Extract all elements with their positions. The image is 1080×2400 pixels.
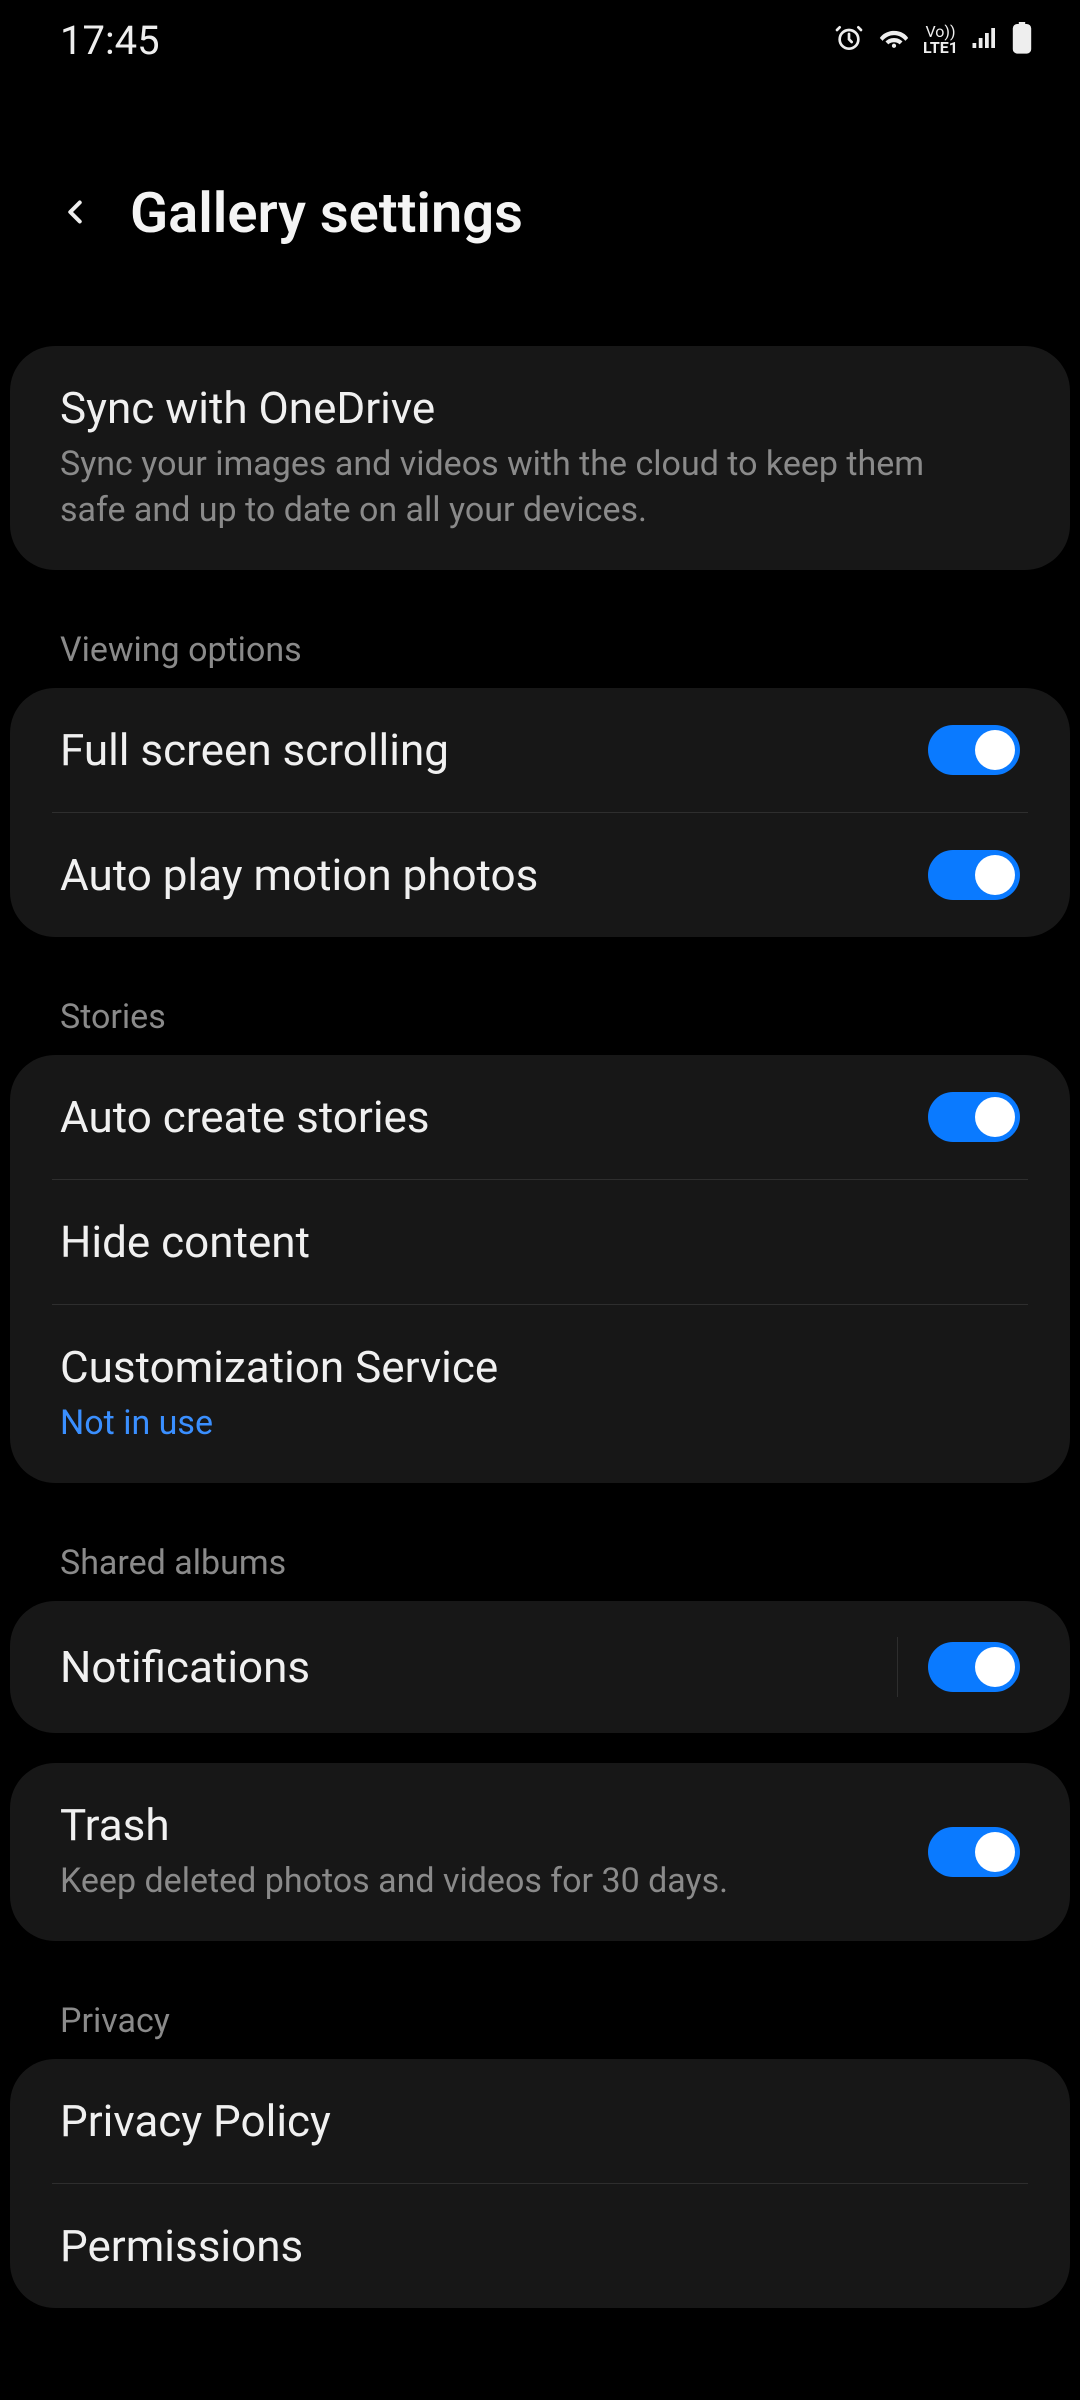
section-label-stories: Stories [10, 967, 1070, 1055]
row-title: Privacy Policy [60, 2095, 990, 2147]
wifi-icon [877, 21, 911, 59]
row-subtitle: Not in use [60, 1401, 990, 1447]
section-label-privacy: Privacy [10, 1971, 1070, 2059]
volte-icon: Vo)) LTE1 [923, 24, 958, 56]
row-hide-content[interactable]: Hide content [10, 1180, 1070, 1304]
section-label-viewing: Viewing options [10, 600, 1070, 688]
row-title: Auto play motion photos [60, 849, 898, 901]
group-trash: Trash Keep deleted photos and videos for… [10, 1763, 1070, 1941]
settings-content: Sync with OneDrive Sync your images and … [0, 346, 1080, 2308]
chevron-left-icon [56, 193, 94, 234]
group-viewing: Full screen scrolling Auto play motion p… [10, 688, 1070, 937]
status-time: 17:45 [60, 17, 160, 64]
row-title: Auto create stories [60, 1091, 898, 1143]
row-full-screen-scrolling[interactable]: Full screen scrolling [10, 688, 1070, 812]
row-title: Trash [60, 1799, 898, 1851]
row-title: Notifications [60, 1641, 867, 1693]
signal-icon [970, 23, 1000, 57]
alarm-icon [833, 22, 865, 58]
toggle-trash[interactable] [928, 1827, 1020, 1877]
page-header: Gallery settings [0, 80, 1080, 346]
row-permissions[interactable]: Permissions [10, 2184, 1070, 2308]
row-notifications[interactable]: Notifications [10, 1601, 1070, 1733]
row-auto-create-stories[interactable]: Auto create stories [10, 1055, 1070, 1179]
row-sync-onedrive[interactable]: Sync with OneDrive Sync your images and … [10, 346, 1070, 570]
row-customization-service[interactable]: Customization Service Not in use [10, 1305, 1070, 1483]
row-auto-play-motion[interactable]: Auto play motion photos [10, 813, 1070, 937]
row-subtitle: Keep deleted photos and videos for 30 da… [60, 1859, 898, 1905]
row-title: Sync with OneDrive [60, 382, 990, 434]
group-privacy: Privacy Policy Permissions [10, 2059, 1070, 2308]
toggle-full-screen-scrolling[interactable] [928, 725, 1020, 775]
group-stories: Auto create stories Hide content Customi… [10, 1055, 1070, 1483]
group-sync: Sync with OneDrive Sync your images and … [10, 346, 1070, 570]
status-icons-right: Vo)) LTE1 [833, 21, 1032, 59]
toggle-auto-play-motion[interactable] [928, 850, 1020, 900]
row-title: Hide content [60, 1216, 990, 1268]
page-title: Gallery settings [130, 180, 523, 246]
status-bar: 17:45 Vo)) LTE1 [0, 0, 1080, 80]
row-title: Full screen scrolling [60, 724, 898, 776]
row-title: Customization Service [60, 1341, 990, 1393]
row-trash[interactable]: Trash Keep deleted photos and videos for… [10, 1763, 1070, 1941]
divider-vertical [897, 1637, 898, 1697]
section-label-shared: Shared albums [10, 1513, 1070, 1601]
row-privacy-policy[interactable]: Privacy Policy [10, 2059, 1070, 2183]
row-title: Permissions [60, 2220, 990, 2272]
toggle-notifications[interactable] [928, 1642, 1020, 1692]
group-shared: Notifications [10, 1601, 1070, 1733]
battery-icon [1012, 22, 1032, 58]
row-subtitle: Sync your images and videos with the clo… [60, 442, 990, 534]
back-button[interactable] [50, 188, 100, 238]
toggle-auto-create-stories[interactable] [928, 1092, 1020, 1142]
